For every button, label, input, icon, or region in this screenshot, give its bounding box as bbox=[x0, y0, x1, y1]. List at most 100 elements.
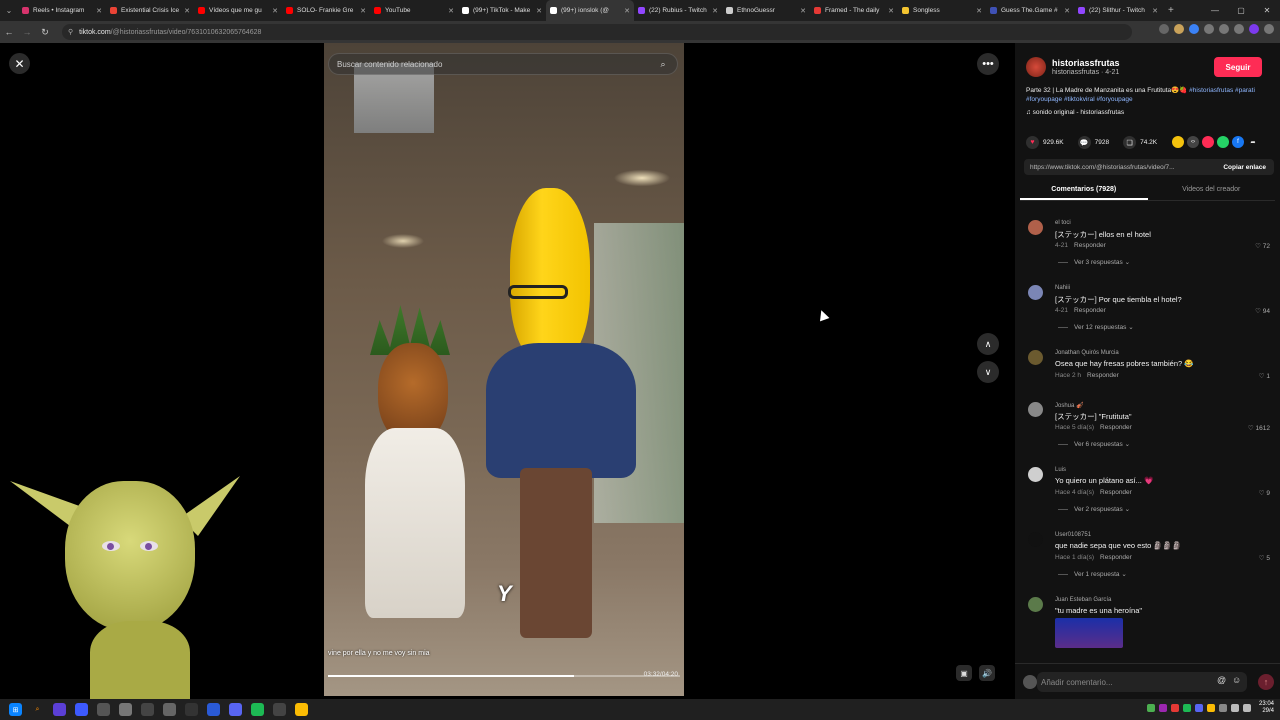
profile-avatar[interactable] bbox=[1249, 24, 1259, 34]
embed-icon[interactable]: ‹› bbox=[1187, 136, 1199, 148]
commenter-name[interactable]: Jonathan Quirós Murcia bbox=[1055, 350, 1119, 356]
hashtag[interactable]: #historiasfrutas bbox=[1189, 87, 1233, 94]
app-icon[interactable] bbox=[53, 703, 66, 716]
commenter-avatar[interactable] bbox=[1028, 285, 1043, 300]
browser-tab[interactable]: Reels • Instagram ✕ bbox=[18, 0, 106, 21]
author-name[interactable]: historiassfrutas bbox=[1052, 58, 1120, 68]
close-tab-icon[interactable]: ✕ bbox=[624, 7, 630, 15]
app-icon[interactable] bbox=[185, 703, 198, 716]
tray-icon[interactable] bbox=[1206, 704, 1215, 712]
comment-like-button[interactable]: ♡ 1612 bbox=[1248, 424, 1270, 432]
send-comment-button[interactable]: ↑ bbox=[1258, 674, 1274, 690]
forward-icon[interactable]: → bbox=[18, 27, 36, 37]
reply-button[interactable]: Responder bbox=[1100, 424, 1132, 431]
view-replies-button[interactable]: Ver 1 respuesta ⌄ bbox=[1058, 570, 1127, 578]
close-video-button[interactable]: ✕ bbox=[9, 53, 30, 74]
extension-icon[interactable] bbox=[1174, 24, 1184, 34]
app-icon[interactable] bbox=[97, 703, 110, 716]
close-tab-icon[interactable]: ✕ bbox=[448, 7, 454, 15]
browser-tab[interactable]: Guess The.Game # ✕ bbox=[986, 0, 1074, 21]
volume-tray-icon[interactable] bbox=[1242, 704, 1251, 712]
browser-tab[interactable]: Framed - The daily ✕ bbox=[810, 0, 898, 21]
browser-tab[interactable]: SOLO- Frankie Gre ✕ bbox=[282, 0, 370, 21]
sound-link[interactable]: ♫ sonido original - historiassfrutas bbox=[1026, 109, 1124, 116]
browser-tab[interactable]: (22) Rubius - Twitch ✕ bbox=[634, 0, 722, 21]
reply-button[interactable]: Responder bbox=[1087, 372, 1119, 379]
tab-comments[interactable]: Comentarios (7928) bbox=[1020, 183, 1148, 200]
extension-icon[interactable] bbox=[1189, 24, 1199, 34]
downloads-icon[interactable] bbox=[1234, 24, 1244, 34]
volume-icon[interactable]: 🔊 bbox=[979, 665, 995, 681]
search-icon[interactable]: ⌕ bbox=[657, 58, 669, 70]
video-progress-bar[interactable] bbox=[328, 675, 680, 677]
browser-tab[interactable]: (99+) ionslok (@ ✕ bbox=[546, 0, 634, 21]
tray-icon[interactable] bbox=[1146, 704, 1155, 712]
address-bar[interactable]: ⚲ tiktok.com/@historiassfrutas/video/763… bbox=[62, 24, 1132, 40]
close-tab-icon[interactable]: ✕ bbox=[96, 7, 102, 15]
previous-video-button[interactable]: ∧ bbox=[977, 333, 999, 355]
close-window-button[interactable]: ✕ bbox=[1254, 6, 1280, 15]
whatsapp-icon[interactable] bbox=[1217, 136, 1229, 148]
browser-tab[interactable]: Vídeos que me gu ✕ bbox=[194, 0, 282, 21]
reload-icon[interactable]: ↻ bbox=[36, 27, 54, 38]
next-video-button[interactable]: ∨ bbox=[977, 361, 999, 383]
view-replies-button[interactable]: Ver 6 respuestas ⌄ bbox=[1058, 440, 1130, 448]
commenter-name[interactable]: User0108751 bbox=[1055, 532, 1091, 538]
comment-like-button[interactable]: ♡ 94 bbox=[1255, 307, 1270, 315]
chrome-icon[interactable] bbox=[295, 703, 308, 716]
more-options-button[interactable]: ••• bbox=[977, 53, 999, 75]
commenter-avatar[interactable] bbox=[1028, 220, 1043, 235]
tab-creator-videos[interactable]: Videos del creador bbox=[1148, 183, 1276, 200]
close-tab-icon[interactable]: ✕ bbox=[1152, 7, 1158, 15]
close-tab-icon[interactable]: ✕ bbox=[800, 7, 806, 15]
maximize-button[interactable]: ▢ bbox=[1228, 6, 1254, 15]
share-arrow-icon[interactable]: ➦ bbox=[1247, 136, 1259, 148]
tray-icon[interactable] bbox=[1170, 704, 1179, 712]
app-icon[interactable] bbox=[119, 703, 132, 716]
author-avatar[interactable] bbox=[1026, 57, 1046, 77]
app-icon[interactable] bbox=[75, 703, 88, 716]
browser-tab[interactable]: EthnoGuessr ✕ bbox=[722, 0, 810, 21]
search-icon[interactable]: ⌕ bbox=[31, 703, 44, 716]
emoji-icon[interactable]: ☺ bbox=[1232, 675, 1241, 685]
reply-button[interactable]: Responder bbox=[1074, 242, 1106, 249]
mention-icon[interactable]: @ bbox=[1217, 675, 1226, 685]
tray-icon[interactable] bbox=[1158, 704, 1167, 712]
minimize-button[interactable]: — bbox=[1202, 6, 1228, 15]
repost-icon[interactable] bbox=[1172, 136, 1184, 148]
view-replies-button[interactable]: Ver 2 respuestas ⌄ bbox=[1058, 505, 1130, 513]
author-info[interactable]: historiassfrutas historiassfrutas · 4-21 bbox=[1026, 57, 1120, 77]
follow-button[interactable]: Seguir bbox=[1214, 57, 1262, 77]
view-replies-button[interactable]: Ver 3 respuestas ⌄ bbox=[1058, 258, 1130, 266]
close-tab-icon[interactable]: ✕ bbox=[976, 7, 982, 15]
comment-button[interactable]: 💬 7928 bbox=[1077, 136, 1109, 149]
miniplayer-icon[interactable]: ▣ bbox=[956, 665, 972, 681]
app-icon[interactable] bbox=[141, 703, 154, 716]
commenter-name[interactable]: Nahiii bbox=[1055, 285, 1070, 291]
comment-like-button[interactable]: ♡ 72 bbox=[1255, 242, 1270, 250]
browser-tab[interactable]: (22) Slithur - Twitch ✕ bbox=[1074, 0, 1162, 21]
reply-button[interactable]: Responder bbox=[1074, 307, 1106, 314]
close-tab-icon[interactable]: ✕ bbox=[712, 7, 718, 15]
commenter-avatar[interactable] bbox=[1028, 402, 1043, 417]
video-link[interactable]: https://www.tiktok.com/@historiassfrutas… bbox=[1030, 164, 1215, 171]
commenter-avatar[interactable] bbox=[1028, 597, 1043, 612]
close-tab-icon[interactable]: ✕ bbox=[184, 7, 190, 15]
extensions-puzzle-icon[interactable] bbox=[1204, 24, 1214, 34]
facebook-icon[interactable]: f bbox=[1232, 136, 1244, 148]
bookmarks-icon[interactable] bbox=[1219, 24, 1229, 34]
close-tab-icon[interactable]: ✕ bbox=[272, 7, 278, 15]
tray-icon[interactable] bbox=[1194, 704, 1203, 712]
back-icon[interactable]: ← bbox=[0, 27, 18, 37]
wifi-icon[interactable] bbox=[1230, 704, 1239, 712]
browser-menu-icon[interactable] bbox=[1264, 24, 1274, 34]
comment-like-button[interactable]: ♡ 5 bbox=[1259, 554, 1270, 562]
commenter-avatar[interactable] bbox=[1028, 350, 1043, 365]
reply-button[interactable]: Responder bbox=[1100, 489, 1132, 496]
spotify-icon[interactable] bbox=[251, 703, 264, 716]
windows-start-icon[interactable]: ⊞ bbox=[9, 703, 22, 716]
like-button[interactable]: ♥ 929.6K bbox=[1026, 136, 1064, 149]
close-tab-icon[interactable]: ✕ bbox=[1064, 7, 1070, 15]
copy-link-button[interactable]: Copiar enlace bbox=[1215, 164, 1274, 171]
tray-icon[interactable] bbox=[1218, 704, 1227, 712]
